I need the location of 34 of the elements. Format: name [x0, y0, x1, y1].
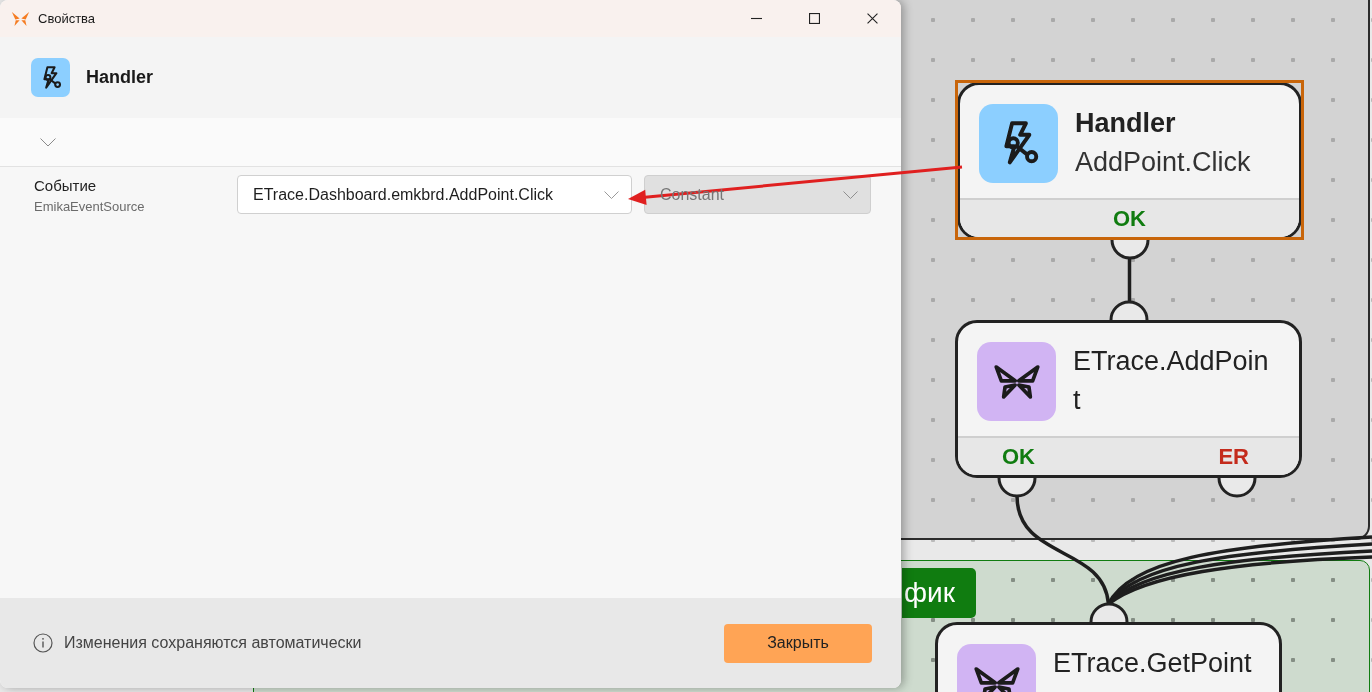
flow-node[interactable]: ETrace.AddPoint OK ER — [955, 320, 1302, 478]
port-icon[interactable] — [1217, 478, 1257, 498]
port-icon[interactable] — [1108, 300, 1149, 320]
output-label: ER — [1218, 443, 1249, 470]
butterfly-logo-icon — [11, 10, 30, 27]
info-icon — [33, 633, 53, 653]
butterfly-icon — [977, 342, 1056, 421]
event-dropdown[interactable]: ETrace.Dashboard.emkbrd.AddPoint.Click — [237, 175, 632, 214]
group-label: фик — [902, 568, 976, 618]
connector-line — [1127, 258, 1132, 302]
field-source-type: EmikaEventSource — [34, 199, 145, 215]
output-label: OK — [1113, 205, 1146, 232]
chevron-down-icon — [843, 190, 858, 199]
chevron-down-icon — [604, 190, 619, 199]
node-title: ETrace.GetPoint — [1053, 647, 1252, 680]
close-button[interactable]: Закрыть — [724, 623, 872, 663]
node-title: Handler — [1075, 107, 1176, 140]
lightning-link-icon — [979, 104, 1058, 183]
flow-node[interactable]: Handler AddPoint.Click OK — [957, 82, 1302, 240]
flow-node[interactable]: ETrace.GetPoint — [935, 622, 1282, 692]
maximize-icon — [808, 13, 820, 24]
node-subtitle: AddPoint.Click — [1075, 146, 1251, 179]
window-title: Свойства — [38, 9, 96, 28]
autosave-note: Изменения сохраняются автоматически — [64, 633, 362, 653]
field-label: Событие — [34, 176, 97, 196]
node-type-title: Handler — [86, 66, 154, 89]
port-icon[interactable] — [1109, 240, 1150, 260]
lightning-link-icon — [31, 58, 70, 97]
node-title: ETrace.AddPoint — [1073, 345, 1270, 417]
chevron-down-icon[interactable] — [40, 137, 56, 147]
port-icon[interactable] — [997, 478, 1037, 498]
close-icon — [866, 13, 878, 24]
output-label: OK — [1002, 443, 1035, 470]
port-icon[interactable] — [1088, 602, 1129, 622]
